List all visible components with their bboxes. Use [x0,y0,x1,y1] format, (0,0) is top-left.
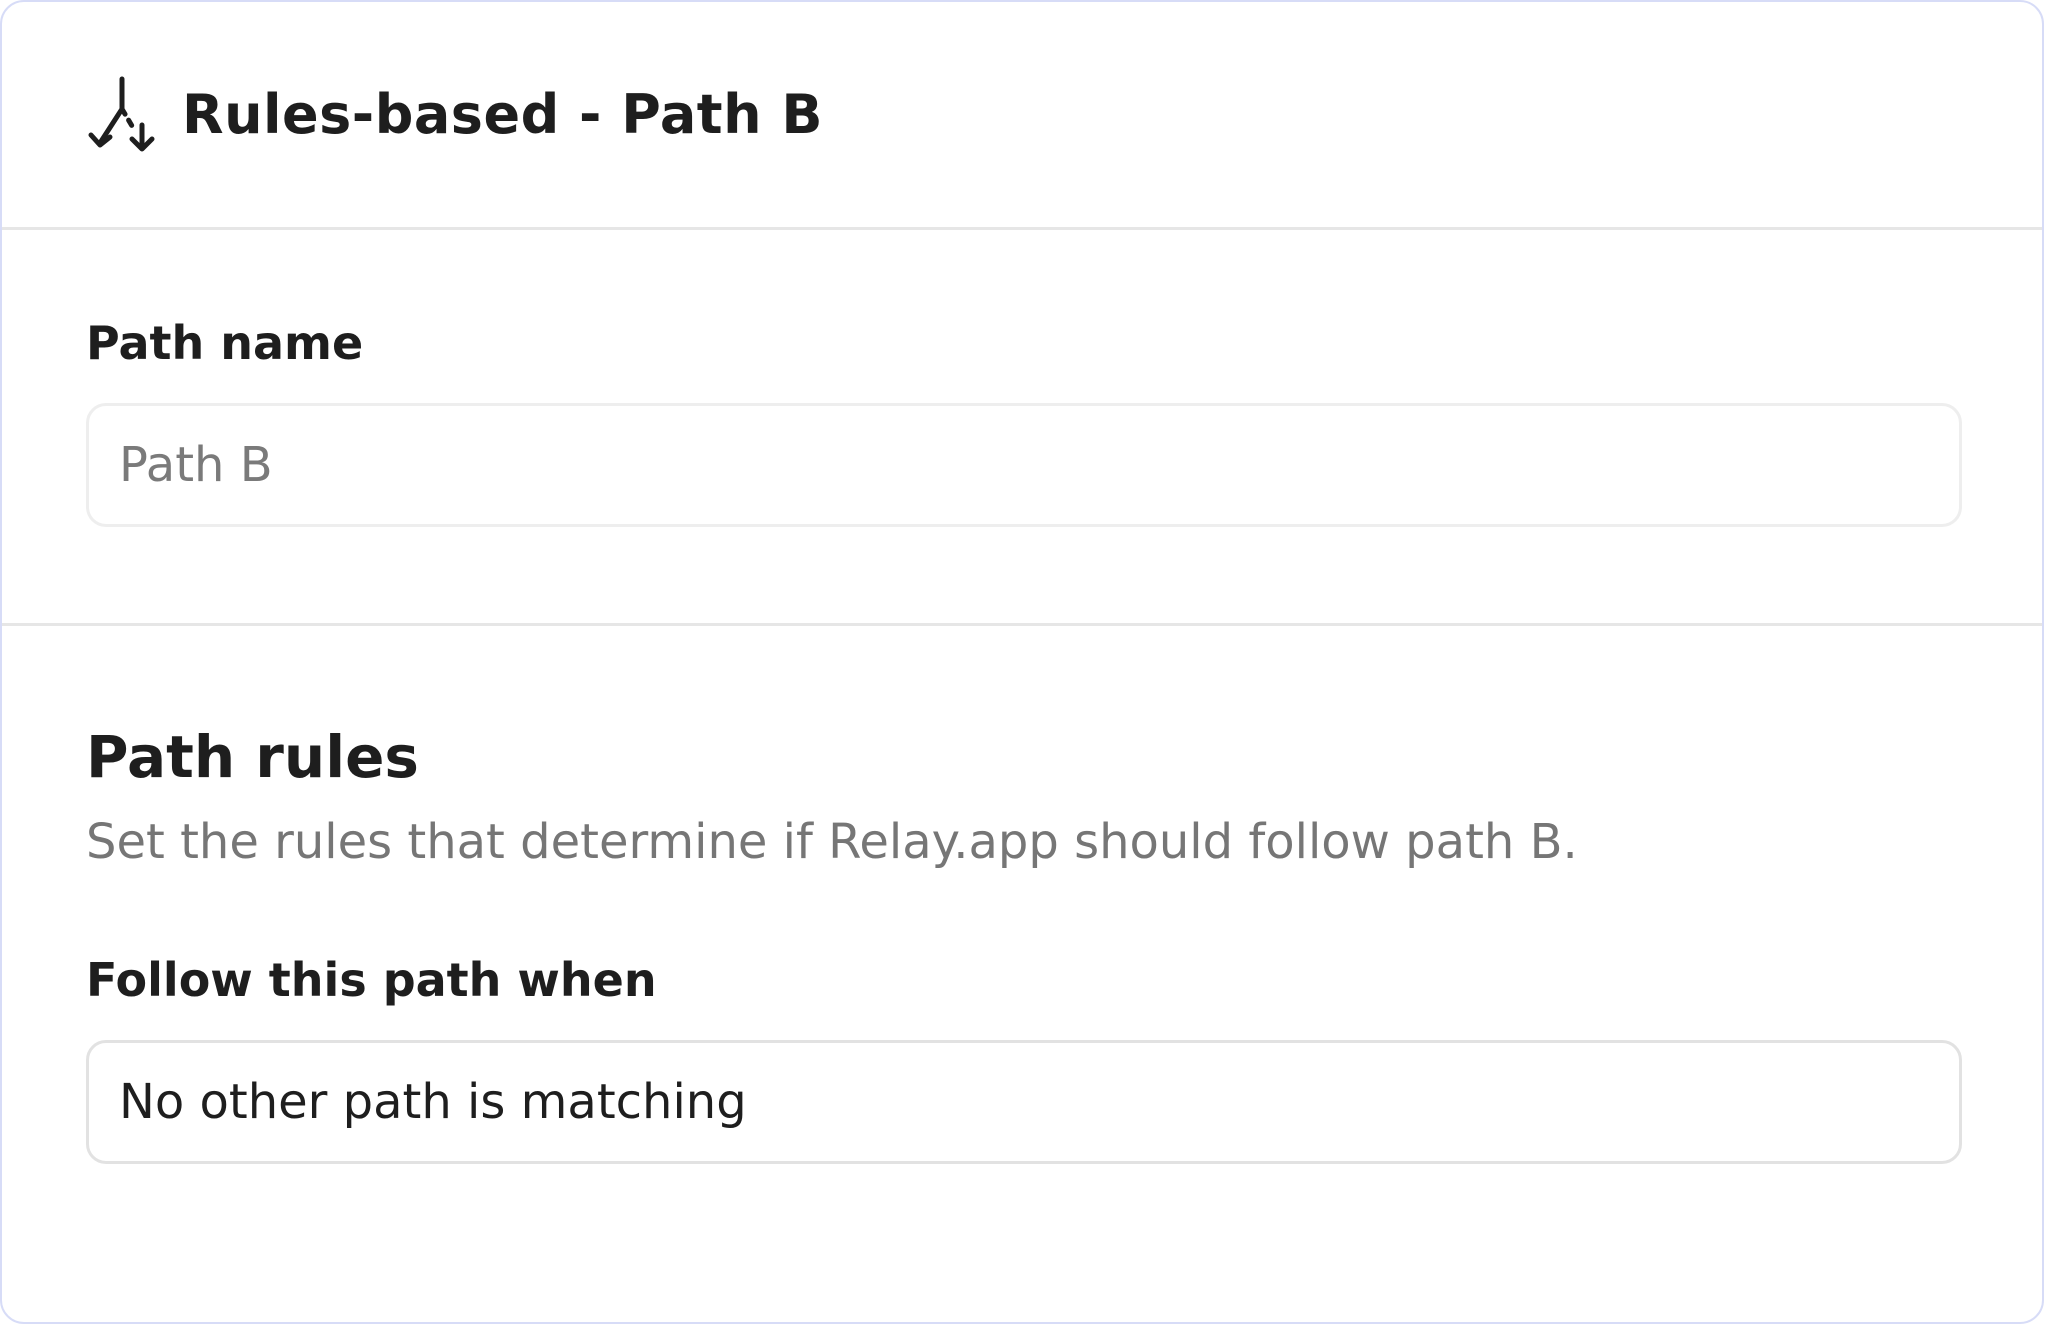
split-path-icon [88,75,160,155]
follow-path-condition-value: No other path is matching [119,1073,747,1130]
panel-header: Rules-based - Path B [2,2,2042,230]
path-rules-description: Set the rules that determine if Relay.ap… [86,813,1578,870]
path-rules-section: Path rules Set the rules that determine … [2,626,2042,1164]
path-rules-title: Path rules [86,723,419,791]
path-name-input[interactable] [86,402,1962,527]
follow-path-condition-select[interactable]: No other path is matching [86,1039,1962,1164]
path-name-label: Path name [86,316,364,370]
path-name-section: Path name [2,230,2042,626]
path-settings-panel: Rules-based - Path B Path name Path rule… [0,0,2044,1324]
follow-path-label: Follow this path when [86,953,657,1008]
panel-title: Rules-based - Path B [182,83,824,146]
